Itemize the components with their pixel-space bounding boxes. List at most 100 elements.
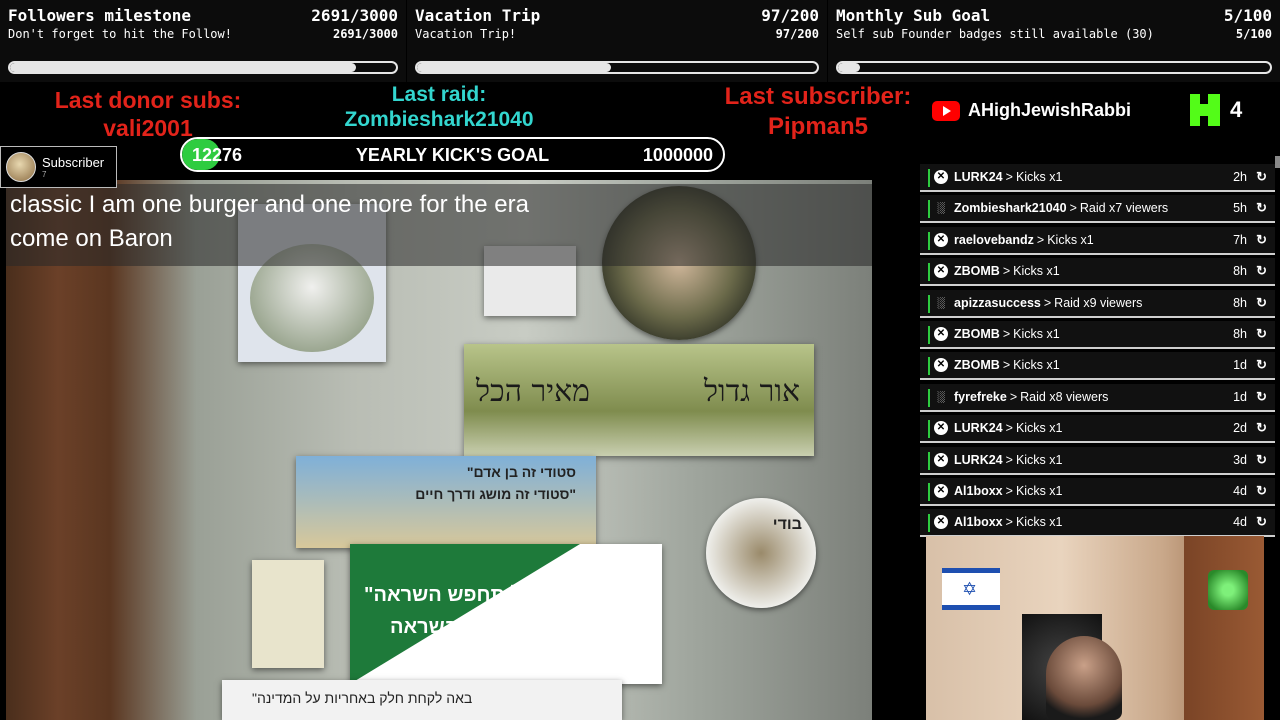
feed-separator: >: [1002, 264, 1011, 279]
last-raid: Last raid: Zombieshark21040: [336, 82, 542, 132]
feed-item-accent: [928, 200, 930, 219]
goal-count: 5/100: [1223, 6, 1272, 25]
replay-icon[interactable]: ↻: [1256, 420, 1267, 436]
plant-icon: [1208, 570, 1248, 610]
feed-action: Kicks x1: [1015, 483, 1063, 498]
goal-count: 97/200: [761, 6, 819, 25]
raid-people-icon: ░: [937, 202, 945, 215]
main-video-feed: מאיר הכל אור גדול "סטודי זה בן אדם סטודי…: [6, 180, 872, 720]
replay-icon[interactable]: ↻: [1256, 357, 1267, 373]
feed-item: ✕ Al1boxx > Kicks x1 4d ↻: [920, 509, 1275, 538]
goal-title: Vacation Trip: [415, 6, 541, 25]
banner-text-right: אור גדול: [704, 374, 800, 409]
feed-time: 2d: [1233, 421, 1247, 436]
circle2-title: בודי: [772, 516, 802, 533]
feed-action: Kicks x1: [1013, 358, 1060, 373]
last-donor: Last donor subs: vali2001: [40, 86, 256, 142]
feed-item: ✕ Al1boxx > Kicks x1 4d ↻: [920, 477, 1275, 506]
feed-time: 1d: [1233, 389, 1247, 404]
feed-user: LURK24: [954, 421, 1003, 436]
caption-line-1: classic I am one burger and one more for…: [10, 191, 529, 218]
goal-monthly-sub: Monthly Sub Goal 5/100 Self sub Founder b…: [828, 0, 1280, 82]
feed-scrollbar[interactable]: [1275, 156, 1280, 168]
feed-separator: >: [1069, 201, 1077, 216]
feed-user: fyrefreke: [954, 389, 1007, 404]
feed-time: 8h: [1233, 326, 1247, 341]
feed-item-accent: [928, 169, 930, 187]
replay-icon[interactable]: ↻: [1256, 295, 1267, 311]
feed-separator: >: [1002, 326, 1011, 341]
kick-x-icon: ✕: [934, 232, 948, 247]
kick-x-icon: ✕: [934, 452, 948, 467]
feed-item: ✕ LURK24 > Kicks x1 2h ↻: [920, 164, 1275, 192]
feed-item: ░ Zombieshark21040 > Raid x7 viewers 5h ↻: [920, 195, 1275, 224]
feed-separator: >: [1005, 483, 1013, 498]
last-subscriber-name: Pipman5: [767, 113, 869, 140]
banner2-line2: סטודי זה מושג ודרך חיים": [415, 486, 576, 502]
feed-separator: >: [1005, 452, 1013, 467]
feed-action: Kicks x1: [1015, 515, 1063, 530]
replay-icon[interactable]: ↻: [1256, 483, 1267, 499]
replay-icon[interactable]: ↻: [1256, 169, 1267, 185]
replay-icon[interactable]: ↻: [1256, 263, 1267, 279]
kick-x-icon: ✕: [934, 421, 948, 436]
feed-user: Zombieshark21040: [954, 201, 1067, 216]
raid-people-icon: ░: [937, 296, 945, 309]
replay-icon[interactable]: ↻: [1256, 200, 1267, 216]
strip-text: "באה לקחת חלק באחריות על המדינה: [252, 690, 473, 706]
feed-time: 3d: [1233, 452, 1247, 467]
kick-x-icon: ✕: [934, 326, 948, 341]
caption-overlay: classic I am one burger and one more for…: [6, 184, 872, 266]
kick-x-icon: ✕: [934, 170, 948, 184]
replay-icon[interactable]: ↻: [1256, 452, 1267, 468]
feed-action: Kicks x1: [1015, 170, 1063, 184]
feed-item: ░ fyrefreke > Raid x8 viewers 1d ↻: [920, 383, 1275, 412]
goal-progress-bar: [836, 61, 1272, 74]
avatar: [6, 152, 36, 182]
feed-item-accent: [928, 451, 930, 470]
feed-time: 4d: [1233, 483, 1247, 498]
feed-user: Al1boxx: [954, 515, 1003, 530]
kick-x-icon: ✕: [934, 515, 948, 530]
feed-time: 8h: [1233, 264, 1247, 279]
feed-item: ✕ LURK24 > Kicks x1 3d ↻: [920, 446, 1275, 475]
banner-text-left: מאיר הכל: [476, 374, 590, 409]
feed-item: ✕ ZBOMB > Kicks x1 8h ↻: [920, 258, 1275, 287]
feed-item-accent: [928, 231, 930, 250]
feed-item-accent: [928, 357, 930, 376]
replay-icon[interactable]: ↻: [1256, 232, 1267, 248]
feed-user: LURK24: [954, 452, 1003, 467]
goal-subtitle: Vacation Trip!: [415, 27, 517, 41]
feed-separator: >: [1043, 295, 1052, 310]
feed-action: Kicks x1: [1015, 452, 1063, 467]
feed-time: 8h: [1233, 295, 1247, 310]
feed-user: Al1boxx: [954, 483, 1003, 498]
last-subscriber-label: Last subscriber:: [724, 83, 912, 110]
replay-icon[interactable]: ↻: [1256, 326, 1267, 342]
kick-counter: 4: [1190, 94, 1242, 126]
goal-progress-fill: [838, 63, 860, 72]
feed-time: 1d: [1233, 358, 1247, 373]
kick-x-icon: ✕: [934, 264, 948, 279]
memorial-banner: מאיר הכל אור גדול: [464, 344, 814, 456]
feed-item-accent: [928, 263, 930, 282]
replay-icon[interactable]: ↻: [1256, 389, 1267, 405]
goal-progress-fill: [10, 63, 357, 72]
kick-x-icon: ✕: [934, 358, 948, 373]
goal-count-small: 97/200: [775, 27, 819, 41]
last-raid-label: Last raid:: [391, 83, 487, 106]
replay-icon[interactable]: ↻: [1256, 514, 1267, 530]
feed-action: Kicks x1: [1047, 232, 1094, 247]
feed-separator: >: [1002, 358, 1011, 373]
feed-time: 5h: [1233, 201, 1247, 216]
feed-item: ░ apizzasuccess > Raid x9 viewers 8h ↻: [920, 289, 1275, 318]
subscriber-badge: Subscriber 7: [0, 146, 117, 188]
feed-action: Raid x8 viewers: [1020, 389, 1109, 404]
youtube-channel: AHighJewishRabbi: [932, 100, 1131, 121]
last-subscriber: Last subscriber: Pipman5: [706, 82, 930, 142]
feed-item-accent: [928, 514, 930, 533]
yearly-goal-target: 1000000: [642, 145, 713, 165]
feed-action: Raid x7 viewers: [1079, 201, 1169, 216]
feed-time: 7h: [1233, 232, 1247, 247]
last-raid-name: Zombieshark21040: [344, 108, 534, 131]
